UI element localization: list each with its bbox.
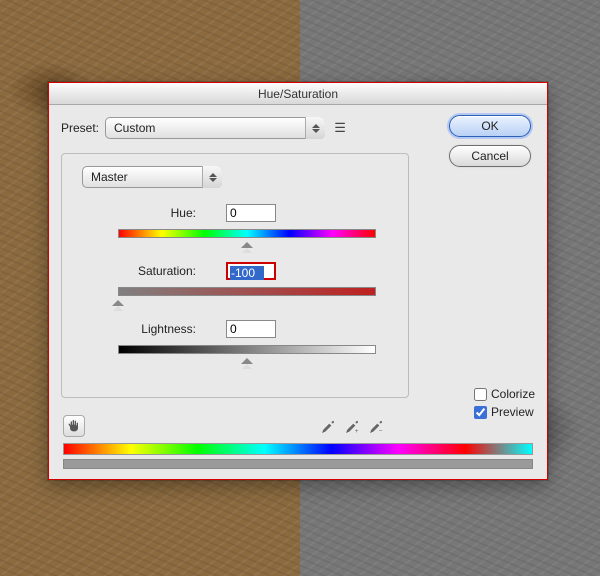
hue-slider[interactable] bbox=[118, 226, 376, 236]
checkbox-group: Colorize Preview bbox=[474, 387, 535, 419]
colorize-checkbox[interactable] bbox=[474, 388, 487, 401]
eyedropper-icon[interactable] bbox=[317, 417, 339, 437]
saturation-input[interactable]: -100 bbox=[226, 262, 276, 280]
hue-saturation-dialog: Hue/Saturation Preset: Custom ☰ OK Cance… bbox=[48, 82, 548, 480]
range-bars bbox=[63, 443, 533, 469]
eyedropper-add-icon[interactable]: + bbox=[341, 417, 363, 437]
eyedropper-tools: + − bbox=[317, 417, 387, 437]
preset-select-wrap[interactable]: Custom bbox=[105, 117, 325, 139]
eyedropper-subtract-icon[interactable]: − bbox=[365, 417, 387, 437]
result-bar[interactable] bbox=[63, 459, 533, 469]
hand-icon bbox=[63, 415, 85, 437]
hue-handle[interactable] bbox=[241, 236, 253, 248]
hue-label: Hue: bbox=[76, 206, 196, 220]
colorize-checkbox-row[interactable]: Colorize bbox=[474, 387, 535, 401]
colorize-label: Colorize bbox=[491, 387, 535, 401]
svg-text:+: + bbox=[355, 428, 359, 435]
saturation-value: -100 bbox=[230, 266, 264, 280]
saturation-param: Saturation: -100 bbox=[76, 262, 394, 294]
preset-select[interactable]: Custom bbox=[105, 117, 325, 139]
hue-input[interactable] bbox=[226, 204, 276, 222]
lightness-input[interactable] bbox=[226, 320, 276, 338]
channel-select[interactable]: Master bbox=[82, 166, 222, 188]
hue-param: Hue: bbox=[76, 204, 394, 236]
ok-button[interactable]: OK bbox=[449, 115, 531, 137]
preset-label: Preset: bbox=[61, 121, 99, 135]
saturation-track bbox=[118, 287, 376, 296]
preview-checkbox[interactable] bbox=[474, 406, 487, 419]
saturation-slider[interactable] bbox=[118, 284, 376, 294]
channel-select-wrap[interactable]: Master bbox=[82, 166, 222, 188]
sliders-group: Master Hue: Saturation: -100 bbox=[61, 153, 409, 398]
button-column: OK Cancel bbox=[445, 115, 535, 167]
lightness-label: Lightness: bbox=[76, 322, 196, 336]
preview-checkbox-row[interactable]: Preview bbox=[474, 405, 535, 419]
dialog-title: Hue/Saturation bbox=[258, 87, 338, 101]
cancel-button[interactable]: Cancel bbox=[449, 145, 531, 167]
spectrum-bar[interactable] bbox=[63, 443, 533, 455]
targeted-adjustment-tool[interactable] bbox=[63, 415, 85, 437]
lightness-slider[interactable] bbox=[118, 342, 376, 352]
preset-menu-icon[interactable]: ☰ bbox=[331, 120, 349, 136]
saturation-label: Saturation: bbox=[76, 264, 196, 278]
dialog-titlebar[interactable]: Hue/Saturation bbox=[49, 83, 547, 105]
dialog-body: Preset: Custom ☰ OK Cancel Master bbox=[49, 105, 547, 479]
lightness-handle[interactable] bbox=[241, 352, 253, 364]
svg-text:−: − bbox=[379, 428, 383, 435]
lightness-param: Lightness: bbox=[76, 320, 394, 352]
preview-label: Preview bbox=[491, 405, 534, 419]
saturation-handle[interactable] bbox=[112, 294, 124, 306]
